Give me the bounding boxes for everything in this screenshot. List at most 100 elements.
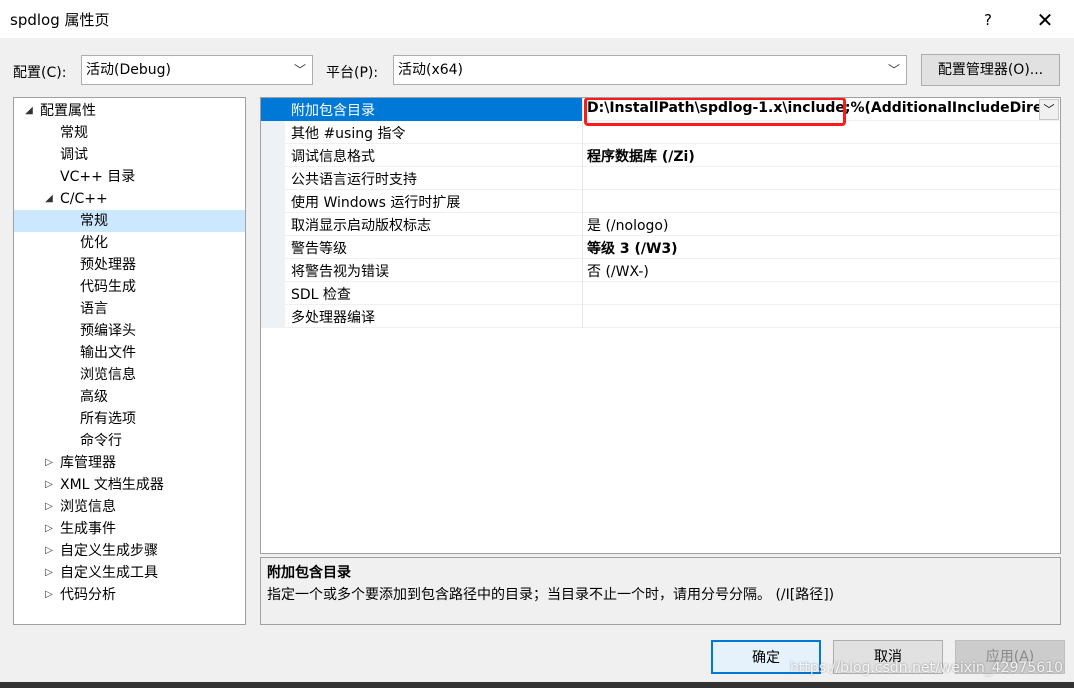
tree-item[interactable]: 常规 [14,122,245,144]
tree-item-label: 配置属性 [40,103,96,119]
config-manager-button[interactable]: 配置管理器(O)... [921,54,1060,86]
column-divider [582,213,583,236]
column-divider [582,167,583,190]
property-value[interactable]: 等级 3 (/W3) [587,238,678,258]
property-name: SDL 检查 [291,287,351,303]
tree-item-label: 预处理器 [80,257,136,273]
column-divider [582,259,583,282]
tree-item-label: 命令行 [80,433,122,449]
tree-item-label: 优化 [80,235,108,251]
tree-item-label: 浏览信息 [60,499,116,515]
expand-arrow-icon[interactable]: ▷ [42,562,56,584]
title-bar: spdlog 属性页 ? ✕ [0,0,1074,38]
tree-item[interactable]: VC++ 目录 [14,166,245,188]
config-combo[interactable]: 活动(Debug) ﹀ [81,55,313,85]
platform-label: 平台(P): [326,65,379,81]
tree-item[interactable]: 调试 [14,144,245,166]
tree-item[interactable]: 代码生成 [14,276,245,298]
tree-item-label: XML 文档生成器 [60,477,164,493]
column-divider [582,190,583,213]
tree-item[interactable]: ▷ XML 文档生成器 [14,474,245,496]
tree-item[interactable]: ▷ 浏览信息 [14,496,245,518]
property-grid[interactable]: 附加包含目录 D:\InstallPath\spdlog-1.x\include;… [260,97,1061,554]
watermark: https://blog.csdn.net/weixin_42975610 [790,660,1064,676]
property-row[interactable]: 调试信息格式 程序数据库 (/Zi) [261,144,1060,167]
tree-item-label: 所有选项 [80,411,136,427]
description-text: 指定一个或多个要添加到包含路径中的目录；当目录不止一个时，请用分号分隔。 (/I… [267,587,835,603]
tree-item[interactable]: ▷ 代码分析 [14,584,245,606]
property-name: 将警告视为错误 [291,264,389,280]
tree-item[interactable]: ◢ C/C++ [14,188,245,210]
property-row[interactable]: 多处理器编译 [261,305,1060,328]
description-title: 附加包含目录 [267,565,351,581]
tree-item[interactable]: 常规 [14,210,245,232]
property-row[interactable]: 取消显示启动版权标志 是 (/nologo) [261,213,1060,236]
chevron-down-icon: ﹀ [293,63,306,77]
tree-item[interactable]: 预处理器 [14,254,245,276]
property-row[interactable]: SDL 检查 [261,282,1060,305]
tree-item-label: 生成事件 [60,521,116,537]
tree-item-label: 自定义生成工具 [60,565,158,581]
tree-item-label: 预编译头 [80,323,136,339]
tree-item[interactable]: ▷ 库管理器 [14,452,245,474]
platform-value: 活动(x64) [398,62,464,78]
row-gutter [261,213,285,236]
property-row[interactable]: 附加包含目录 D:\InstallPath\spdlog-1.x\include;… [261,98,1060,126]
collapse-arrow-icon[interactable]: ◢ [22,100,36,122]
expand-arrow-icon[interactable]: ▷ [42,584,56,606]
tree-item-label: 代码生成 [80,279,136,295]
close-button[interactable]: ✕ [1030,6,1060,34]
chevron-down-icon[interactable]: ﹀ [1039,99,1059,120]
property-row[interactable]: 其他 #using 指令 [261,121,1060,144]
property-name: 使用 Windows 运行时扩展 [291,195,461,211]
row-gutter [261,236,285,259]
property-row[interactable]: 警告等级 等级 3 (/W3) [261,236,1060,259]
tree-item[interactable]: 预编译头 [14,320,245,342]
tree-item[interactable]: ▷ 自定义生成步骤 [14,540,245,562]
tree-item-label: VC++ 目录 [60,169,136,185]
help-button[interactable]: ? [976,8,1000,32]
property-value[interactable]: 程序数据库 (/Zi) [587,146,695,166]
tree-item[interactable]: 所有选项 [14,408,245,430]
tree-item[interactable]: 命令行 [14,430,245,452]
column-divider [582,282,583,305]
tree-item-label: 高级 [80,389,108,405]
column-divider [582,121,583,144]
row-gutter [261,121,285,144]
property-value[interactable]: 否 (/WX-) [587,261,649,281]
expand-arrow-icon[interactable]: ▷ [42,452,56,474]
platform-combo[interactable]: 活动(x64) ﹀ [393,55,907,85]
tree-item[interactable]: 浏览信息 [14,364,245,386]
tree-item[interactable]: ▷ 生成事件 [14,518,245,540]
property-tree[interactable]: ◢ 配置属性 常规 调试 VC++ 目录 ◢ C/C++ 常规 优化 预处理器 代码生成 语言 预编译头… [13,97,246,625]
row-gutter [261,305,285,328]
tree-item[interactable]: ▷ 自定义生成工具 [14,562,245,584]
property-name: 附加包含目录 [291,103,375,119]
tree-item[interactable]: 优化 [14,232,245,254]
property-row[interactable]: 使用 Windows 运行时扩展 [261,190,1060,213]
row-gutter [261,282,285,305]
property-row[interactable]: 将警告视为错误 否 (/WX-) [261,259,1060,282]
tree-item[interactable]: 语言 [14,298,245,320]
collapse-arrow-icon[interactable]: ◢ [42,188,56,210]
tree-item[interactable]: 输出文件 [14,342,245,364]
property-value[interactable]: 是 (/nologo) [587,215,668,235]
config-value: 活动(Debug) [86,62,171,78]
tree-item[interactable]: ◢ 配置属性 [14,100,245,122]
window-title: spdlog 属性页 [10,11,110,29]
expand-arrow-icon[interactable]: ▷ [42,474,56,496]
property-name: 其他 #using 指令 [291,126,406,142]
row-gutter [261,144,285,167]
expand-arrow-icon[interactable]: ▷ [42,540,56,562]
taskbar-strip [0,682,1074,688]
property-row[interactable]: 公共语言运行时支持 [261,167,1060,190]
row-gutter [261,167,285,190]
expand-arrow-icon[interactable]: ▷ [42,496,56,518]
expand-arrow-icon[interactable]: ▷ [42,518,56,540]
row-gutter [261,190,285,213]
tree-item[interactable]: 高级 [14,386,245,408]
column-divider [582,236,583,259]
tree-item-label: 库管理器 [60,455,116,471]
column-divider [582,98,583,121]
row-gutter [261,98,285,121]
